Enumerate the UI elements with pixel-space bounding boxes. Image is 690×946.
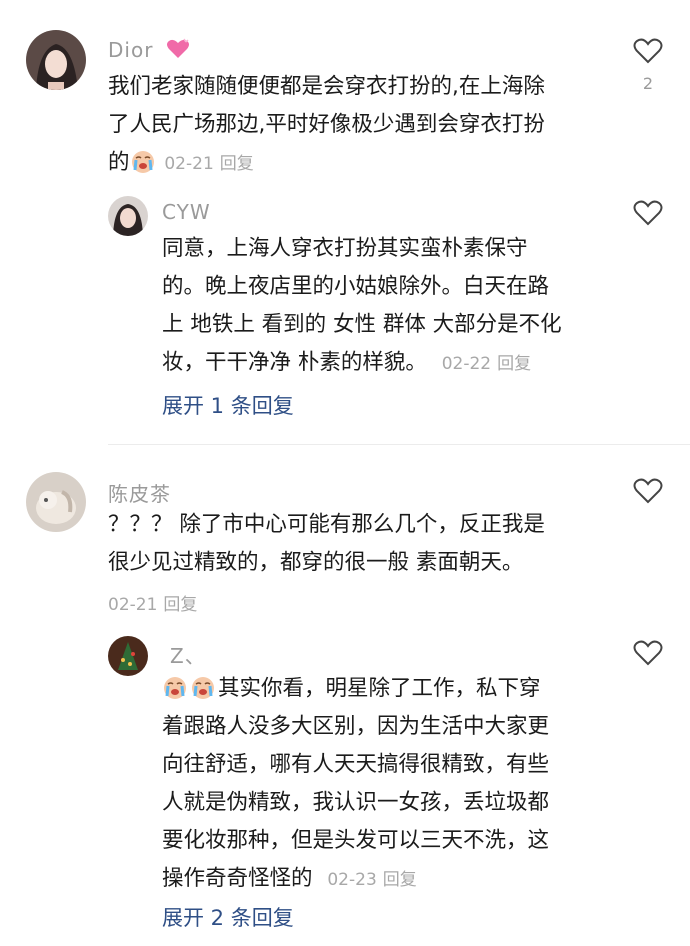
- comment-username[interactable]: 陈皮茶: [108, 478, 171, 507]
- crying-emoji-icon: [131, 151, 154, 173]
- comment-text: ？？？ 除了市中心可能有那么几个，反正我是 很少见过精致的，都穿的很一般 素面朝…: [108, 512, 545, 575]
- comment-meta: 02-21 回复: [108, 595, 198, 615]
- comment-username[interactable]: Dior: [108, 36, 193, 62]
- reply-button[interactable]: 回复: [383, 870, 417, 890]
- reply-text: 其实你看，明星除了工作，私下穿 着跟路人没多大区别，因为生活中大家更 向往舒适，…: [162, 676, 550, 891]
- avatar[interactable]: [26, 472, 86, 532]
- heart-outline-icon[interactable]: [633, 476, 663, 506]
- heart-outline-icon[interactable]: [633, 198, 663, 228]
- avatar[interactable]: [108, 196, 148, 236]
- crying-emoji-icon: [192, 677, 214, 699]
- avatar[interactable]: [26, 30, 86, 90]
- comment-meta: 02-21 回复: [164, 154, 254, 174]
- reply-text: 同意，上海人穿衣打扮其实蛮朴素保守 的。晚上夜店里的小姑娘除外。白天在路 上 地…: [162, 236, 562, 375]
- comment-text: 我们老家随随便便都是会穿衣打扮的,在上海除 了人民广场那边,平时好像极少遇到会穿…: [108, 74, 545, 175]
- reply-username[interactable]: CYW: [162, 200, 211, 224]
- heart-emoji-icon: [166, 38, 189, 58]
- expand-replies-link[interactable]: 展开 1 条回复: [162, 390, 294, 420]
- comment-meta: 02-22 回复: [441, 354, 532, 374]
- crying-emoji-icon: [164, 677, 186, 699]
- like-count: 2: [642, 74, 654, 93]
- avatar[interactable]: [108, 636, 148, 676]
- reply-button[interactable]: 回复: [497, 354, 531, 374]
- comment-meta: 02-23 回复: [327, 870, 417, 890]
- expand-replies-link[interactable]: 展开 2 条回复: [162, 902, 294, 932]
- comment-divider: [108, 444, 690, 445]
- reply-button[interactable]: 回复: [220, 154, 254, 174]
- heart-outline-icon[interactable]: [633, 638, 663, 668]
- heart-outline-icon[interactable]: [633, 36, 663, 66]
- reply-button[interactable]: 回复: [163, 595, 197, 615]
- reply-username[interactable]: Z、: [170, 640, 206, 669]
